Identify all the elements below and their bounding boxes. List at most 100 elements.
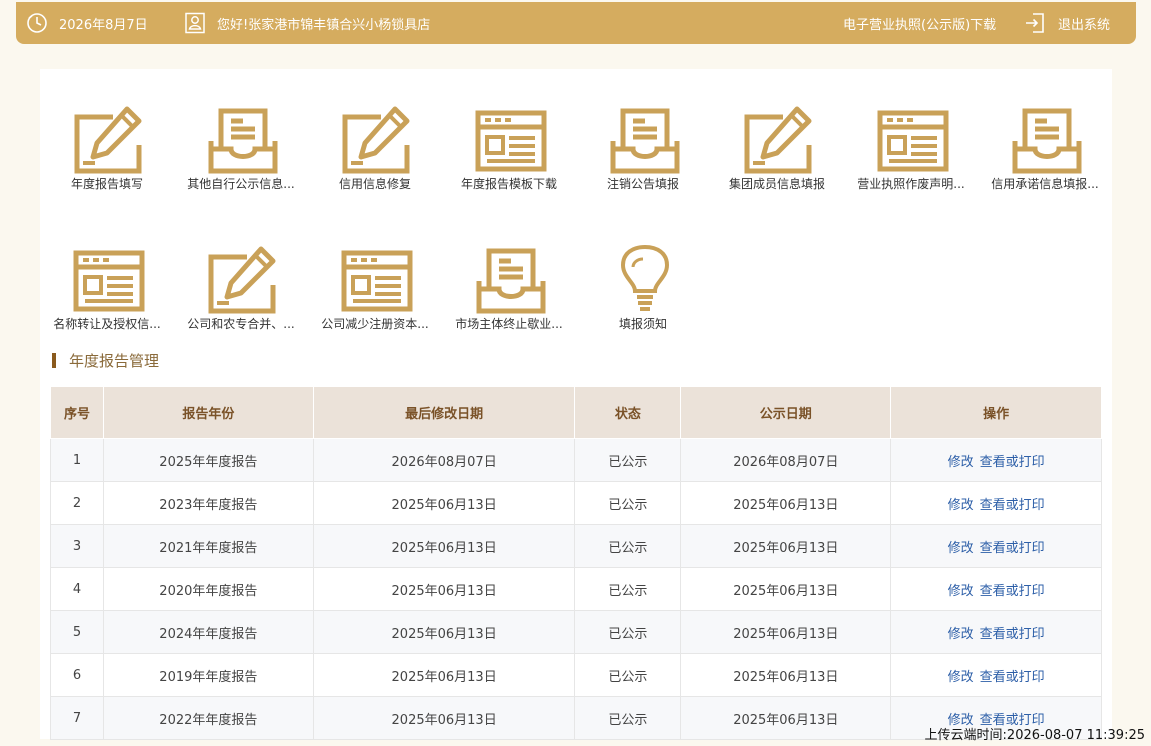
- tile-6[interactable]: 集团成员信息填报: [710, 81, 844, 191]
- view-print-link[interactable]: 查看或打印: [980, 498, 1045, 513]
- table-cell: 5: [50, 610, 104, 654]
- tile-8[interactable]: 信用承诺信息填报...: [978, 81, 1112, 191]
- table-cell: 2019年年度报告: [103, 653, 314, 697]
- view-print-link[interactable]: 查看或打印: [980, 455, 1045, 470]
- tile-10[interactable]: 公司和农专合并、...: [174, 221, 308, 331]
- tile-4[interactable]: 年度报告模板下载: [442, 81, 576, 191]
- pencil-icon[interactable]: [73, 105, 145, 177]
- annual-report-table: 序号 报告年份 最后修改日期 状态 公示日期 操作 1 2025年年度报告 2026年08月0…: [50, 386, 1102, 740]
- view-print-link[interactable]: 查看或打印: [980, 584, 1045, 599]
- table-cell: 2025年年度报告: [103, 438, 314, 482]
- table-cell: 已公示: [574, 567, 682, 611]
- table-cell: 2025年06月13日: [313, 610, 576, 654]
- table-cell: 2025年06月13日: [680, 696, 892, 740]
- lightbulb-icon[interactable]: [609, 244, 681, 317]
- tile-label[interactable]: 填报须知: [576, 315, 710, 332]
- edit-link[interactable]: 修改: [948, 455, 974, 470]
- table-cell: 2024年年度报告: [103, 610, 314, 654]
- inbox-icon[interactable]: [609, 105, 681, 177]
- table-cell: 4: [50, 567, 104, 611]
- table-cell: 2025年06月13日: [313, 524, 576, 568]
- table-cell: 2025年06月13日: [313, 567, 576, 611]
- tile-label[interactable]: 年度报告填写: [40, 175, 174, 192]
- actions-cell: 修改 查看或打印: [890, 438, 1102, 482]
- function-tiles: 年度报告填写 其他自行公示信息... 信用信息修复 年度报告模板下载 注销公告填报 集团成…: [40, 69, 1112, 339]
- tile-5[interactable]: 注销公告填报: [576, 81, 710, 191]
- view-print-link[interactable]: 查看或打印: [980, 541, 1045, 556]
- inbox-icon[interactable]: [207, 105, 279, 177]
- table-cell: 2025年06月13日: [680, 567, 892, 611]
- clock-icon: [26, 12, 48, 34]
- table-cell: 2021年年度报告: [103, 524, 314, 568]
- form-icon[interactable]: [341, 245, 413, 317]
- tile-label[interactable]: 年度报告模板下载: [442, 175, 576, 192]
- tile-label[interactable]: 注销公告填报: [576, 175, 710, 192]
- table-cell: 2025年06月13日: [313, 481, 576, 525]
- view-print-link[interactable]: 查看或打印: [980, 627, 1045, 642]
- tile-label[interactable]: 信用信息修复: [308, 175, 442, 192]
- tile-11[interactable]: 公司减少注册资本...: [308, 221, 442, 331]
- tile-3[interactable]: 信用信息修复: [308, 81, 442, 191]
- tile-label[interactable]: 其他自行公示信息...: [174, 175, 308, 192]
- table-cell: 已公示: [574, 653, 682, 697]
- section-title: 年度报告管理: [52, 350, 159, 370]
- tile-12[interactable]: 市场主体终止歇业...: [442, 221, 576, 331]
- pencil-icon[interactable]: [207, 245, 279, 317]
- column-header: 报告年份: [102, 386, 314, 439]
- table-cell: 2025年06月13日: [313, 653, 576, 697]
- table-cell: 2025年06月13日: [680, 610, 892, 654]
- table-cell: 已公示: [574, 524, 682, 568]
- tile-label[interactable]: 市场主体终止歇业...: [442, 315, 576, 332]
- inbox-icon[interactable]: [1011, 105, 1083, 177]
- logout-icon[interactable]: [1024, 12, 1046, 34]
- tile-label[interactable]: 集团成员信息填报: [710, 175, 844, 192]
- inbox-icon[interactable]: [475, 245, 547, 317]
- pencil-icon[interactable]: [341, 105, 413, 177]
- table-cell: 2026年08月07日: [680, 438, 892, 482]
- tile-label[interactable]: 信用承诺信息填报...: [978, 175, 1112, 192]
- table-cell: 7: [50, 696, 104, 740]
- tile-1[interactable]: 年度报告填写: [40, 81, 174, 191]
- tile-2[interactable]: 其他自行公示信息...: [174, 81, 308, 191]
- tile-label[interactable]: 公司和农专合并、...: [174, 315, 308, 332]
- tile-13[interactable]: 填报须知: [576, 221, 710, 331]
- actions-cell: 修改 查看或打印: [890, 481, 1102, 525]
- actions-cell: 修改 查看或打印: [890, 610, 1102, 654]
- edit-link[interactable]: 修改: [948, 498, 974, 513]
- table-cell: 已公示: [574, 481, 682, 525]
- table-header-row: 序号 报告年份 最后修改日期 状态 公示日期 操作: [50, 386, 1102, 439]
- table-row: 1 2025年年度报告 2026年08月07日 已公示 2026年08月07日 修改 查看或…: [50, 438, 1102, 482]
- table-row: 5 2024年年度报告 2025年06月13日 已公示 2025年06月13日 修改 查看或…: [50, 610, 1102, 654]
- edit-link[interactable]: 修改: [948, 627, 974, 642]
- logout-button[interactable]: 退出系统: [1024, 2, 1110, 44]
- date-text: 2026年8月7日: [59, 17, 148, 33]
- table-row: 4 2020年年度报告 2025年06月13日 已公示 2025年06月13日 修改 查看或…: [50, 567, 1102, 611]
- table-cell: 2025年06月13日: [680, 653, 892, 697]
- table-row: 2 2023年年度报告 2025年06月13日 已公示 2025年06月13日 修改 查看或…: [50, 481, 1102, 525]
- table-cell: 2025年06月13日: [680, 481, 892, 525]
- table-cell: 已公示: [574, 438, 682, 482]
- form-icon[interactable]: [475, 105, 547, 177]
- column-header: 状态: [574, 386, 682, 439]
- table-cell: 2: [50, 481, 104, 525]
- edit-link[interactable]: 修改: [948, 670, 974, 685]
- tile-label[interactable]: 营业执照作废声明...: [844, 175, 978, 192]
- column-header: 操作: [890, 386, 1102, 439]
- greeting-text: 您好!张家港市锦丰镇合兴小杨锁具店: [217, 17, 431, 33]
- table-cell: 已公示: [574, 696, 682, 740]
- view-print-link[interactable]: 查看或打印: [980, 670, 1045, 685]
- license-download-link[interactable]: 电子营业执照(公示版)下载: [843, 2, 996, 44]
- table-cell: 2025年06月13日: [313, 696, 576, 740]
- edit-link[interactable]: 修改: [948, 584, 974, 599]
- tile-label[interactable]: 名称转让及授权信...: [40, 315, 174, 332]
- edit-link[interactable]: 修改: [948, 541, 974, 556]
- tile-9[interactable]: 名称转让及授权信...: [40, 221, 174, 331]
- tile-label[interactable]: 公司减少注册资本...: [308, 315, 442, 332]
- tile-7[interactable]: 营业执照作废声明...: [844, 81, 978, 191]
- main-panel: 年度报告填写 其他自行公示信息... 信用信息修复 年度报告模板下载 注销公告填报 集团成…: [40, 69, 1112, 740]
- pencil-icon[interactable]: [743, 105, 815, 177]
- top-bar: 2026年8月7日 您好!张家港市锦丰镇合兴小杨锁具店 电子营业执照(公示版)下…: [16, 2, 1136, 44]
- form-icon[interactable]: [73, 245, 145, 317]
- table-cell: 已公示: [574, 610, 682, 654]
- form-icon[interactable]: [877, 105, 949, 177]
